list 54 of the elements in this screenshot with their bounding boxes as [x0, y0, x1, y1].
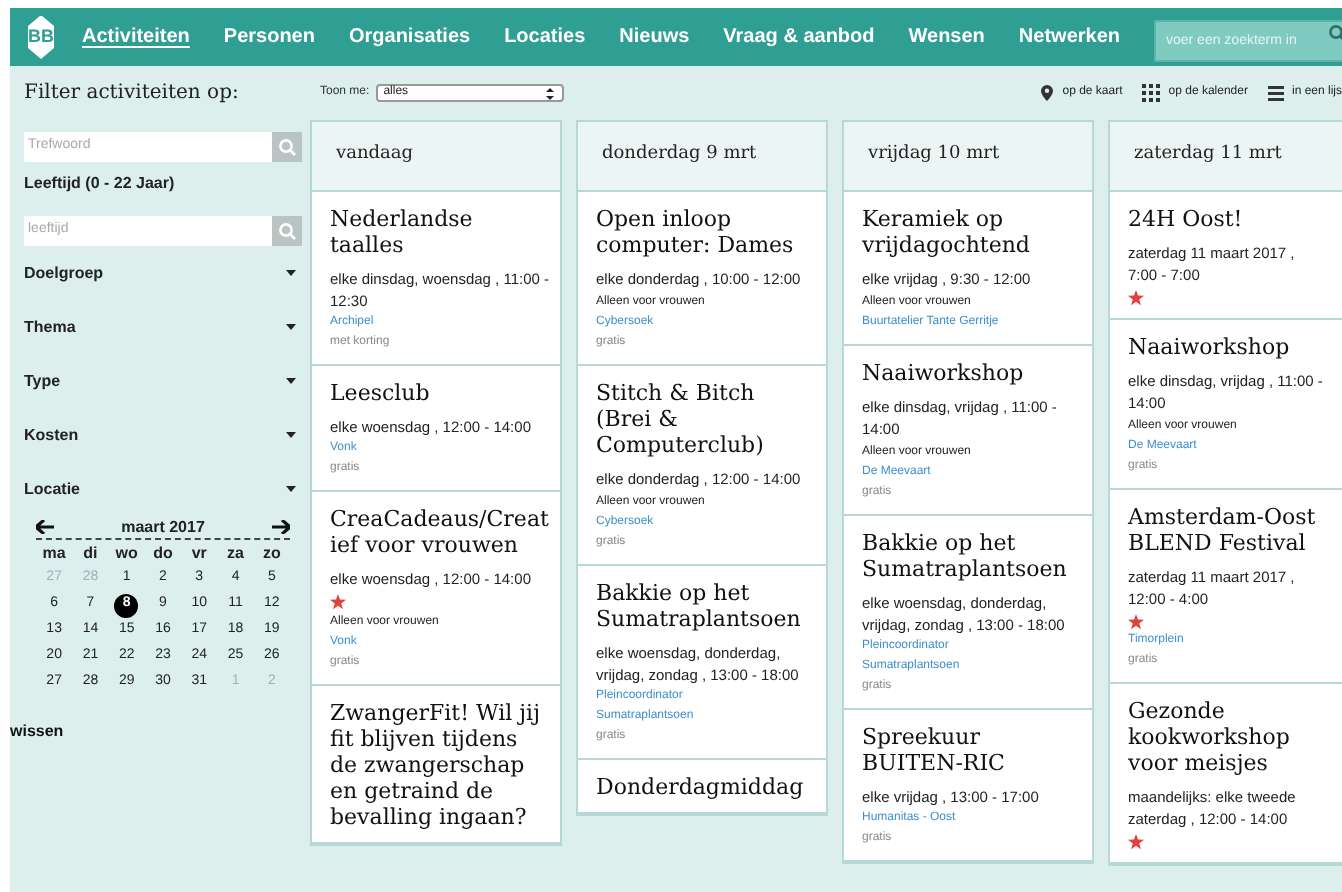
weekday-label: wo	[113, 542, 140, 566]
weekday-label: za	[225, 542, 246, 566]
event-title: Naaiworkshop	[862, 360, 1026, 386]
map-pin-icon	[1040, 84, 1055, 102]
arrow-right-icon	[272, 520, 290, 534]
event-title: Stitch & Bitch (Brei & Computerclub)	[596, 380, 766, 458]
caret-icon	[286, 324, 296, 330]
event-title: Amsterdam-Oost BLEND Festival	[1128, 504, 1318, 556]
search-button[interactable]	[272, 132, 302, 162]
weekday-label: vr	[189, 542, 209, 566]
filter-dropdown[interactable]: Thema	[24, 300, 302, 354]
filter-dropdown[interactable]: Type	[24, 354, 302, 408]
event-title: CreaCadeaus/Creatief voor vrouwen	[330, 506, 550, 558]
event-title: Spreekuur BUITEN-RIC	[862, 724, 1007, 776]
search-icon	[278, 138, 296, 156]
event-title: Leesclub	[330, 380, 432, 406]
column-header: vandaag	[312, 122, 560, 192]
event-title: ZwangerFit! Wil jij fit blijven tijdens de zwangerschap en getraind de bevalling ingaan?	[330, 700, 542, 830]
list-icon	[1267, 85, 1284, 101]
column-header: donderdag 9 mrt	[578, 122, 826, 192]
event-title: Bakkie op het Sumatraplantsoen	[862, 530, 1069, 582]
filter-heading: Filter activiteiten op:	[22, 80, 241, 108]
filter-dropdown[interactable]: Locatie	[24, 462, 302, 516]
event-title: Naaiworkshop	[1128, 334, 1292, 360]
arrow-left-icon	[36, 520, 54, 534]
event-title: Bakkie op het Sumatraplantsoen	[596, 580, 803, 632]
search-button[interactable]	[272, 216, 302, 246]
calendar-month: maart 2017	[121, 515, 205, 539]
event-title: Gezonde kookworkshop voor meisjes	[1128, 698, 1292, 776]
weekday-label: ma	[40, 542, 68, 566]
search-icon	[278, 222, 296, 240]
caret-icon	[286, 378, 296, 384]
filter-dropdown[interactable]: Doelgroep	[24, 246, 302, 300]
age-label: Leeftijd (0 - 22 Jaar)	[24, 172, 177, 196]
event-title: Nederlandse taalles	[330, 206, 475, 258]
caret-icon	[286, 486, 296, 492]
filter-dropdown[interactable]: Kosten	[24, 408, 302, 462]
caret-icon	[286, 270, 296, 276]
event-title: Keramiek op vrijdagochtend	[862, 206, 1032, 258]
weekday-label: zo	[260, 542, 283, 566]
column-header: vrijdag 10 mrt	[844, 122, 1092, 192]
clear-link[interactable]: wissen	[10, 720, 302, 744]
grid-icon	[1142, 84, 1161, 102]
event-title: 24H Oost!	[1128, 206, 1245, 232]
event-title: Open inloop computer: Dames	[596, 206, 796, 258]
event-title: Donderdagmiddag	[596, 774, 806, 800]
search-icon	[1328, 24, 1342, 42]
event-card[interactable]: Donderdagmiddag	[578, 760, 826, 814]
column-header: zaterdag 11 mrt	[1110, 122, 1342, 192]
weekday-label: di	[81, 542, 100, 566]
weekday-label: do	[151, 542, 175, 566]
caret-icon	[286, 432, 296, 438]
updown-icon	[543, 85, 556, 101]
event-card[interactable]: ZwangerFit! Wil jij fit blijven tijdens de zwangerschap en getraind de bevalling ingaan?	[312, 686, 560, 844]
